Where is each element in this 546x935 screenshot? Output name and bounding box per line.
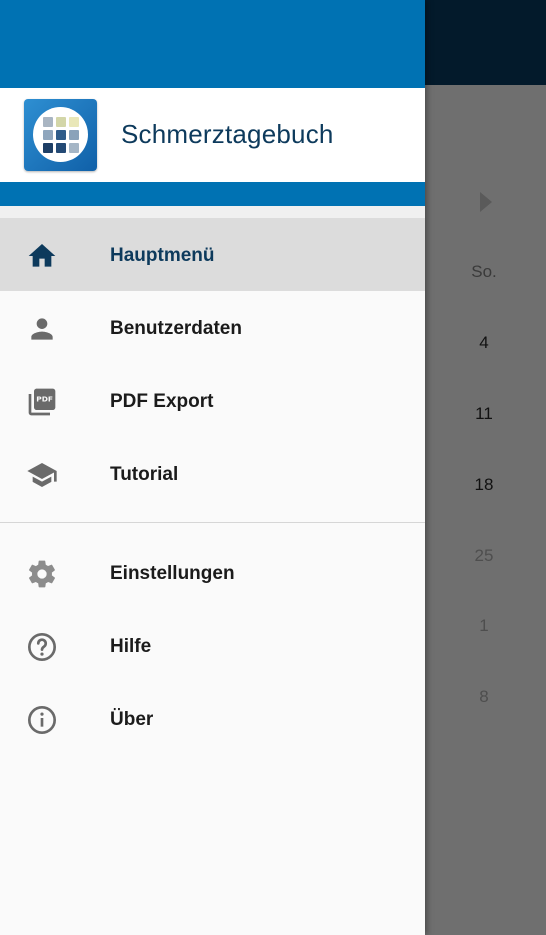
app-title: Schmerztagebuch [121, 119, 334, 149]
calendar-grid-icon [43, 117, 79, 153]
menu-item-label: Tutorial [110, 464, 179, 485]
calendar-day: 1 [479, 616, 489, 635]
menu-item-einstellungen[interactable]: Einstellungen [0, 536, 425, 609]
menu-item-pdf-export[interactable]: PDF PDF Export [0, 364, 425, 437]
primary-menu: Hauptmenü Benutzerdaten PDF PDF Export T… [0, 218, 425, 510]
calendar-day: 8 [479, 687, 489, 706]
menu-item-label: Benutzerdaten [110, 318, 242, 339]
drawer-accent-stripe [0, 182, 425, 206]
gear-icon [29, 560, 55, 588]
app-logo-circle [33, 107, 88, 162]
menu-item-label: Über [110, 709, 154, 730]
secondary-menu: Einstellungen Hilfe Über [0, 536, 425, 755]
pdf-icon: PDF [28, 388, 56, 416]
help-icon [28, 633, 56, 661]
home-icon [28, 244, 56, 267]
menu-item-label: PDF Export [110, 391, 214, 412]
menu-item-label: Hilfe [110, 636, 152, 657]
calendar-day-header: So. [471, 262, 497, 281]
calendar-day: 11 [475, 404, 493, 423]
next-month-arrow-icon [480, 192, 492, 212]
navigation-drawer: Schmerztagebuch Hauptmenü Benutzerdaten … [0, 0, 425, 935]
graduation-cap-icon [27, 463, 57, 487]
menu-item-hauptmenue[interactable]: Hauptmenü [0, 218, 425, 291]
calendar-day: 25 [474, 546, 494, 565]
svg-text:PDF: PDF [36, 394, 53, 403]
calendar-day: 18 [474, 475, 494, 494]
menu-item-tutorial[interactable]: Tutorial [0, 437, 425, 510]
menu-item-label: Hauptmenü [110, 245, 215, 266]
menu-divider [0, 522, 425, 523]
calendar-day: 4 [479, 333, 489, 352]
app-logo [24, 99, 97, 171]
person-icon [31, 318, 53, 340]
drawer-status-area [0, 0, 425, 88]
info-icon [28, 706, 56, 734]
menu-item-label: Einstellungen [110, 563, 235, 584]
drawer-spacer [0, 206, 425, 218]
menu-item-ueber[interactable]: Über [0, 682, 425, 755]
menu-item-benutzerdaten[interactable]: Benutzerdaten [0, 291, 425, 364]
drawer-header: Schmerztagebuch [0, 88, 425, 182]
menu-item-hilfe[interactable]: Hilfe [0, 609, 425, 682]
